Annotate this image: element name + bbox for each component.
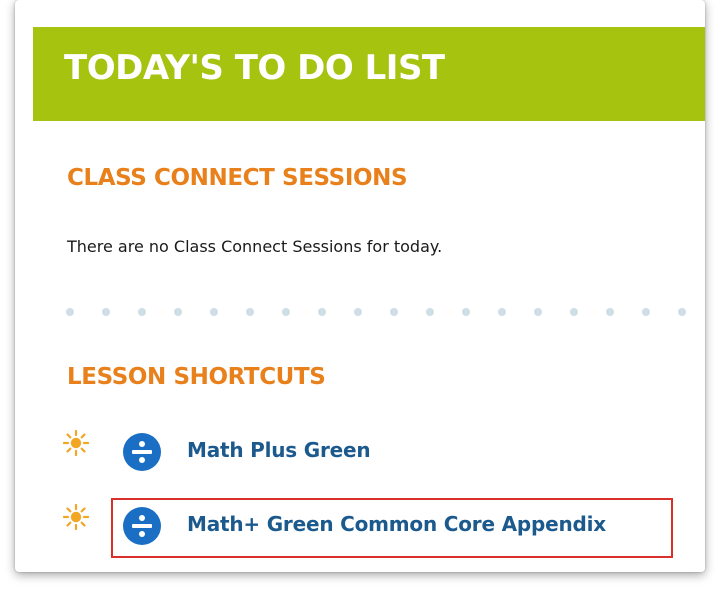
- todo-header: TODAY'S TO DO LIST: [33, 27, 705, 121]
- divide-icon: [123, 433, 161, 471]
- todo-title: TODAY'S TO DO LIST: [64, 48, 445, 88]
- todo-widget: TODAY'S TO DO LIST CLASS CONNECT SESSION…: [33, 27, 705, 572]
- sun-icon: [63, 430, 89, 456]
- screenshot-frame: TODAY'S TO DO LIST CLASS CONNECT SESSION…: [15, 0, 705, 572]
- lesson-shortcut-label[interactable]: Math+ Green Common Core Appendix: [187, 512, 606, 536]
- dotted-divider: [66, 308, 686, 316]
- lesson-shortcuts-title: LESSON SHORTCUTS: [67, 364, 326, 390]
- class-connect-title: CLASS CONNECT SESSIONS: [67, 165, 408, 191]
- lesson-shortcut-math-green-common-core-appendix[interactable]: Math+ Green Common Core Appendix: [63, 503, 683, 547]
- sun-icon: [63, 504, 89, 530]
- lesson-shortcut-label[interactable]: Math Plus Green: [187, 438, 371, 462]
- divide-icon: [123, 507, 161, 545]
- lesson-shortcut-math-plus-green[interactable]: Math Plus Green: [63, 429, 683, 473]
- class-connect-message: There are no Class Connect Sessions for …: [67, 237, 443, 256]
